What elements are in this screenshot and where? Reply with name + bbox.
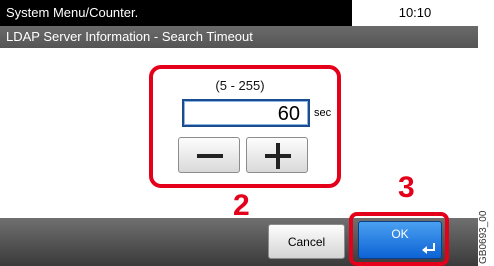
figure-code: GB0693_00 bbox=[478, 210, 489, 264]
callout-highlight-step-3 bbox=[349, 212, 449, 266]
callout-highlight-step-2 bbox=[149, 65, 341, 188]
sub-title-bar: LDAP Server Information - Search Timeout bbox=[0, 26, 478, 48]
setting-title: LDAP Server Information - Search Timeout bbox=[6, 29, 253, 44]
cancel-label: Cancel bbox=[287, 235, 326, 249]
cancel-button[interactable]: Cancel bbox=[268, 224, 345, 259]
clock: 10:10 bbox=[398, 5, 432, 20]
step-number-3: 3 bbox=[398, 171, 415, 204]
screen-title: System Menu/Counter. bbox=[6, 5, 139, 20]
clock-area: 10:10 bbox=[352, 0, 478, 26]
step-number-2: 2 bbox=[233, 189, 250, 222]
title-bar: System Menu/Counter. 10:10 bbox=[0, 0, 478, 26]
panel-screen: System Menu/Counter. 10:10 LDAP Server I… bbox=[0, 0, 478, 266]
